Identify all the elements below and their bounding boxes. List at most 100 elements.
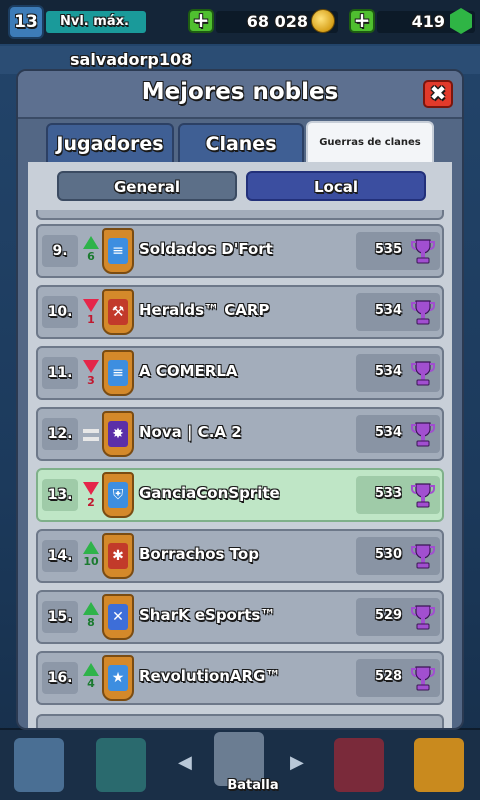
list-item[interactable]: 15. 8 ✕ SharK eSports™ 529 xyxy=(36,590,444,644)
clan-badge-icon: ✱ xyxy=(102,533,134,579)
snowflake-icon: ✱ xyxy=(108,543,128,569)
clan-badge-icon: ≡ xyxy=(102,350,134,396)
hammer-icon: ⚒ xyxy=(108,299,128,325)
rank-number: 11. xyxy=(42,357,78,389)
rank-number: 13. xyxy=(42,479,78,511)
rank-change: 1 xyxy=(87,313,95,326)
filter-local-button[interactable]: Local xyxy=(246,171,426,201)
clan-name: GanciaConSprite xyxy=(139,484,280,502)
trend-down-icon xyxy=(83,360,99,373)
clan-name: SharK eSports™ xyxy=(139,606,276,624)
clan-name: Soldados D'Fort xyxy=(139,240,273,258)
level-badge[interactable]: 13 xyxy=(8,5,44,39)
clan-badge-icon: ⛨ xyxy=(102,472,134,518)
nav-right-arrow-icon[interactable]: ▶ xyxy=(290,752,304,773)
list-item[interactable]: 9. 6 ≡ Soldados D'Fort 535 xyxy=(36,224,444,278)
trophy-icon xyxy=(411,238,435,266)
trophy-icon xyxy=(411,665,435,693)
bars-icon: ≡ xyxy=(108,360,128,386)
trophy-icon xyxy=(411,604,435,632)
filter-bar: General Local xyxy=(28,162,452,210)
clan-badge-icon: ✸ xyxy=(102,411,134,457)
clan-score: 534 xyxy=(374,425,402,440)
clan-name: Nova | C.A 2 xyxy=(139,423,242,441)
tab-clan-wars[interactable]: Guerras de clanes xyxy=(306,121,434,163)
list-item[interactable]: 12. ✸ Nova | C.A 2 534 xyxy=(36,407,444,461)
clan-name: A COMERLA xyxy=(139,362,238,380)
level-label: Nvl. máx. xyxy=(46,11,146,33)
clan-name: RevolutionARG™ xyxy=(139,667,281,685)
rank-trend: 8 xyxy=(82,598,100,638)
rank-number: 9. xyxy=(42,235,78,267)
star-icon: ★ xyxy=(108,665,128,691)
score-box: 535 xyxy=(356,232,440,270)
trophy-icon xyxy=(411,543,435,571)
rank-change: 6 xyxy=(87,250,95,263)
score-box: 529 xyxy=(356,598,440,636)
rank-change: 8 xyxy=(87,616,95,629)
rank-trend: 4 xyxy=(82,659,100,699)
clan-score: 534 xyxy=(374,364,402,379)
score-box: 528 xyxy=(356,659,440,697)
rank-change: 3 xyxy=(87,374,95,387)
nav-cards-icon[interactable] xyxy=(96,738,146,792)
clan-badge-icon: ★ xyxy=(102,655,134,701)
rank-number: 16. xyxy=(42,662,78,694)
trophy-icon xyxy=(411,421,435,449)
list-item[interactable]: 13. 2 ⛨ GanciaConSprite 533 xyxy=(36,468,444,522)
nav-events-icon[interactable] xyxy=(414,738,464,792)
tab-players[interactable]: Jugadores xyxy=(46,123,174,163)
clan-ranking-list[interactable]: 9. 6 ≡ Soldados D'Fort 535 10. 1 ⚒ Heralds™ CARP… xyxy=(28,210,452,728)
list-item-partial-top xyxy=(36,210,444,220)
clan-score: 528 xyxy=(374,669,402,684)
list-item[interactable]: 10. 1 ⚒ Heralds™ CARP 534 xyxy=(36,285,444,339)
list-item[interactable]: 14. 10 ✱ Borrachos Top 530 xyxy=(36,529,444,583)
rank-number: 15. xyxy=(42,601,78,633)
trophy-icon xyxy=(411,482,435,510)
clan-score: 535 xyxy=(374,242,402,257)
buy-gems-button[interactable]: + xyxy=(349,9,375,33)
no-change-icon xyxy=(83,429,99,441)
tab-clans[interactable]: Clanes xyxy=(178,123,304,163)
top-resource-bar: 13 Nvl. máx. + 68 028 + 419 xyxy=(0,0,480,44)
rank-trend: 2 xyxy=(82,476,100,516)
gold-coin-icon xyxy=(311,9,335,33)
list-item[interactable]: 16. 4 ★ RevolutionARG™ 528 xyxy=(36,651,444,705)
rank-trend: 6 xyxy=(82,232,100,272)
close-button[interactable]: ✖ xyxy=(423,80,453,108)
nav-left-arrow-icon[interactable]: ◀ xyxy=(178,752,192,773)
rank-number: 14. xyxy=(42,540,78,572)
trend-down-icon xyxy=(83,299,99,312)
score-box: 530 xyxy=(356,537,440,575)
filter-general-button[interactable]: General xyxy=(57,171,237,201)
nav-battle-label: Batalla xyxy=(227,778,279,793)
clan-score: 529 xyxy=(374,608,402,623)
rank-change: 10 xyxy=(83,555,99,568)
clan-name: Heralds™ CARP xyxy=(139,301,270,319)
score-box: 534 xyxy=(356,354,440,392)
buy-gold-button[interactable]: + xyxy=(188,9,214,33)
bars-icon: ≡ xyxy=(108,238,128,264)
rank-number: 12. xyxy=(42,418,78,450)
nav-clan-icon[interactable] xyxy=(334,738,384,792)
clan-score: 534 xyxy=(374,303,402,318)
clan-badge-icon: ≡ xyxy=(102,228,134,274)
clan-score: 533 xyxy=(374,486,402,501)
clan-badge-icon: ⚒ xyxy=(102,289,134,335)
rank-number: 10. xyxy=(42,296,78,328)
clan-score: 530 xyxy=(374,547,402,562)
list-item-partial-bottom xyxy=(36,714,444,728)
shield-icon: ⛨ xyxy=(108,482,128,508)
trend-up-icon xyxy=(83,663,99,676)
score-box: 534 xyxy=(356,415,440,453)
rank-change: 2 xyxy=(87,496,95,509)
trend-up-icon xyxy=(83,602,99,615)
trophy-icon xyxy=(411,299,435,327)
trend-down-icon xyxy=(83,482,99,495)
nav-shop-icon[interactable] xyxy=(14,738,64,792)
modal-header: Mejores nobles ✖ xyxy=(18,71,462,119)
rank-trend: 1 xyxy=(82,293,100,333)
cross-swords-icon: ✕ xyxy=(108,604,128,630)
clan-badge-icon: ✕ xyxy=(102,594,134,640)
list-item[interactable]: 11. 3 ≡ A COMERLA 534 xyxy=(36,346,444,400)
